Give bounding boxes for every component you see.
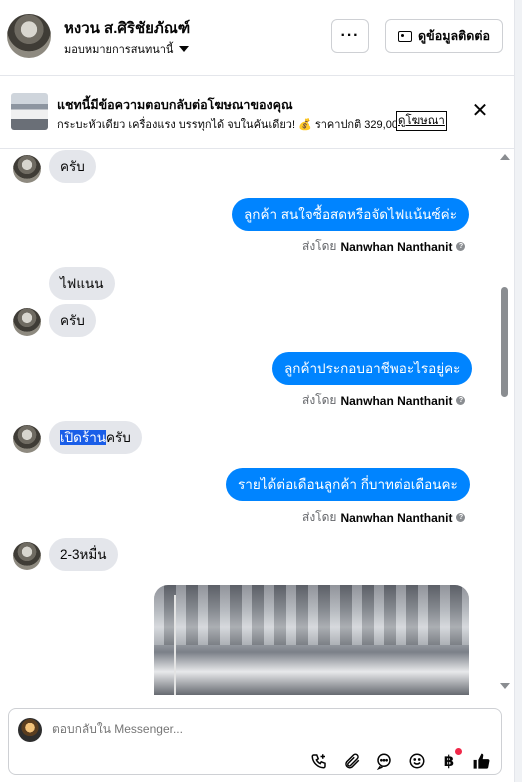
- incoming-message[interactable]: 2-3หมื่น: [49, 538, 118, 571]
- sent-by-label: ส่งโดย Nanwhan Nanthanit ?: [302, 391, 466, 410]
- contact-avatar[interactable]: [7, 14, 51, 58]
- reply-input[interactable]: [52, 722, 452, 736]
- more-options-button[interactable]: ···: [331, 19, 369, 53]
- view-contact-button[interactable]: ดูข้อมูลติดต่อ: [385, 19, 503, 53]
- contact-avatar-small: [13, 542, 41, 570]
- ad-reply-banner: แชทนี้มีข้อความตอบกลับต่อโฆษณาของคุณ กระ…: [0, 77, 514, 149]
- ad-banner-body: กระบะหัวเดียว เครื่องแรง บรรทุกได้ จบในค…: [57, 119, 417, 131]
- page-avatar: [18, 718, 42, 742]
- incoming-message[interactable]: เปิดร้านครับ: [49, 421, 142, 454]
- info-icon[interactable]: ?: [456, 513, 466, 522]
- close-icon[interactable]: ✕: [470, 101, 490, 121]
- ad-thumbnail: [11, 93, 48, 130]
- info-icon[interactable]: ?: [456, 396, 466, 405]
- paperclip-icon[interactable]: [342, 751, 362, 771]
- chat-bubble-icon[interactable]: [374, 751, 394, 771]
- ad-banner-title: แชทนี้มีข้อความตอบกลับต่อโฆษณาของคุณ: [57, 98, 293, 112]
- thread-scrollbar[interactable]: [498, 150, 512, 695]
- scrollbar-thumb[interactable]: [501, 287, 508, 397]
- view-ad-link[interactable]: ดูโฆษณา: [396, 111, 447, 131]
- sender-name: Nanwhan Nanthanit: [340, 393, 453, 408]
- page-scrollbar[interactable]: [514, 0, 522, 782]
- assign-conversation-dropdown[interactable]: มอบหมายการสนทนานี้: [64, 40, 190, 58]
- conversation-header: หงวน ส.ศิริชัยภัณฑ์ มอบหมายการสนทนานี้ ·…: [0, 0, 514, 76]
- message-composer: ฿: [8, 708, 502, 775]
- sent-by-label: ส่งโดย Nanwhan Nanthanit ?: [302, 237, 466, 256]
- view-contact-label: ดูข้อมูลติดต่อ: [418, 29, 490, 43]
- scroll-up-arrow-icon[interactable]: [500, 154, 510, 160]
- emoji-icon[interactable]: [407, 751, 427, 771]
- sent-by-label: ส่งโดย Nanwhan Nanthanit ?: [302, 508, 466, 527]
- phone-plus-icon[interactable]: [309, 751, 329, 771]
- contact-avatar-small: [13, 155, 41, 183]
- sender-name: Nanwhan Nanthanit: [340, 239, 453, 254]
- sent-by-prefix: ส่งโดย: [302, 239, 337, 253]
- incoming-message[interactable]: ไฟแนน: [49, 267, 115, 300]
- contact-name[interactable]: หงวน ส.ศิริชัยภัณฑ์: [64, 16, 190, 40]
- outgoing-message[interactable]: ลูกค้าประกอบอาชีพอะไรอยู่คะ: [272, 352, 473, 385]
- scroll-down-arrow-icon[interactable]: [500, 683, 510, 689]
- sent-by-prefix: ส่งโดย: [302, 393, 337, 407]
- contact-avatar-small: [13, 425, 41, 453]
- message-text: ครับ: [106, 430, 131, 445]
- info-icon[interactable]: ?: [456, 242, 466, 251]
- assign-label: มอบหมายการสนทนานี้: [64, 44, 174, 56]
- notification-dot: [455, 748, 462, 755]
- thumbs-up-icon[interactable]: [471, 751, 491, 771]
- caret-down-icon: [179, 46, 190, 52]
- incoming-message[interactable]: ครับ: [49, 304, 96, 337]
- sent-by-prefix: ส่งโดย: [302, 510, 337, 524]
- outgoing-photo-attachment[interactable]: [154, 585, 469, 695]
- contact-avatar-small: [13, 308, 41, 336]
- outgoing-message[interactable]: รายได้ต่อเดือนลูกค้า กี่บาทต่อเดือนคะ: [226, 468, 470, 501]
- contact-card-icon: [398, 30, 413, 42]
- incoming-message[interactable]: ครับ: [49, 150, 96, 183]
- selected-text: เปิดร้าน: [60, 430, 107, 445]
- outgoing-message[interactable]: ลูกค้า สนใจซื้อสดหรือจัดไฟแน้นซ์ค่ะ: [232, 198, 469, 231]
- message-thread[interactable]: ครับ ลูกค้า สนใจซื้อสดหรือจัดไฟแน้นซ์ค่ะ…: [0, 150, 497, 695]
- sender-name: Nanwhan Nanthanit: [340, 510, 453, 525]
